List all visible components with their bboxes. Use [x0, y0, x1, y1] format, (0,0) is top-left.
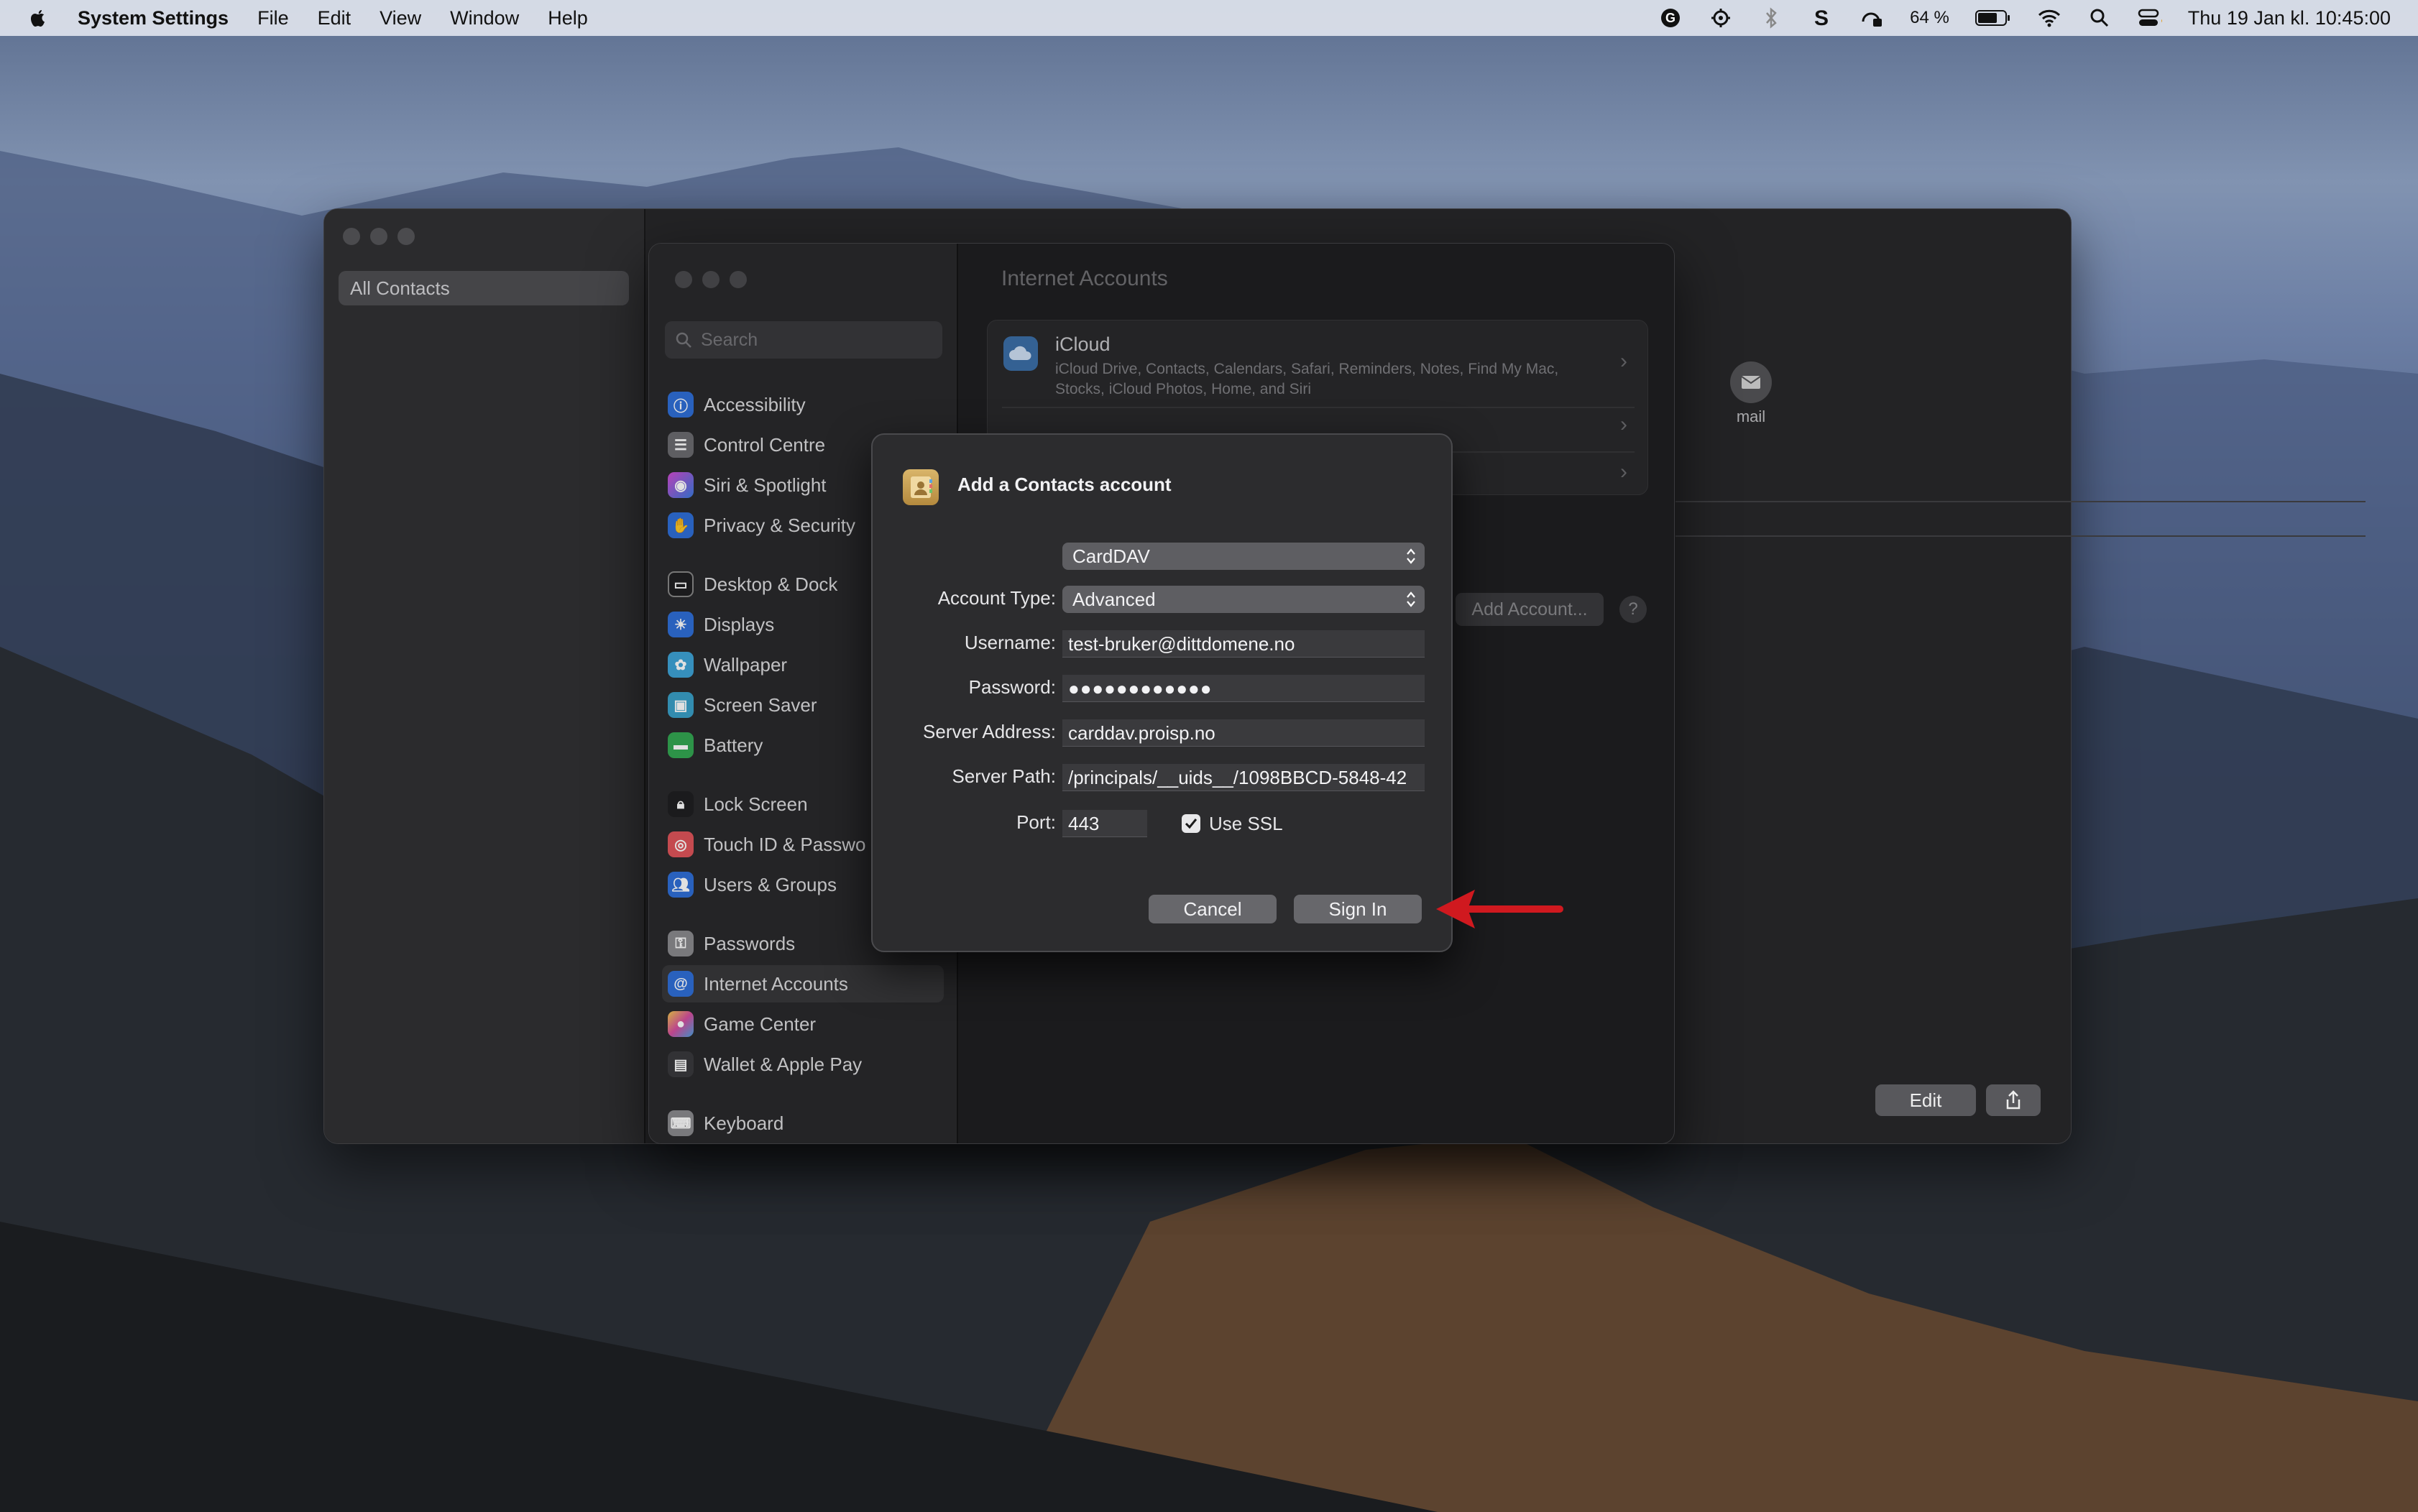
scrivener-s-icon[interactable]: S [1809, 6, 1834, 30]
port-field[interactable]: 443 [1062, 810, 1147, 837]
account-type-popup[interactable]: Advanced [1062, 586, 1425, 613]
dialog-title: Add a Contacts account [957, 474, 1172, 495]
use-ssl-checkbox[interactable] [1182, 814, 1200, 833]
contacts-sidebar: All Contacts [324, 209, 645, 1143]
menu-file[interactable]: File [257, 7, 289, 29]
menu-bar: System Settings File Edit View Window He… [0, 0, 2418, 36]
edit-button[interactable]: Edit [1875, 1084, 1976, 1116]
annotation-arrow-icon [1436, 890, 1563, 928]
account-type-value: Advanced [1072, 588, 1156, 610]
avatar-label: mail [1736, 407, 1766, 425]
bluetooth-icon[interactable] [1759, 6, 1783, 30]
server-address-field[interactable]: carddav.proisp.no [1062, 719, 1425, 747]
sign-in-button[interactable]: Sign In [1294, 895, 1422, 923]
port-label: Port: [1016, 811, 1056, 833]
svg-text:G: G [1665, 11, 1675, 25]
checkmark-icon [1185, 819, 1197, 829]
server-path-label: Server Path: [952, 765, 1056, 787]
menu-window[interactable]: Window [450, 7, 519, 29]
use-ssl-label: Use SSL [1209, 813, 1283, 834]
svg-text:S: S [1814, 7, 1829, 29]
spotlight-search-icon[interactable] [2087, 6, 2112, 30]
share-icon [2006, 1090, 2021, 1110]
vpn-lock-icon[interactable] [1860, 6, 1884, 30]
mail-avatar[interactable] [1730, 361, 1772, 403]
protocol-value: CardDAV [1072, 545, 1150, 567]
menu-bar-status-area: G S 64 % Thu 19 Jan kl. 10:45:00 [1658, 0, 2391, 36]
menu-bar-clock[interactable]: Thu 19 Jan kl. 10:45:00 [2188, 7, 2391, 29]
app-menu-name[interactable]: System Settings [78, 7, 229, 29]
contacts-app-icon [903, 469, 939, 505]
menu-help[interactable]: Help [548, 7, 588, 29]
control-centre-icon[interactable] [2138, 6, 2162, 30]
up-down-chevron-icon [1403, 545, 1419, 567]
server-address-label: Server Address: [923, 721, 1056, 742]
gear-badge-icon[interactable] [1709, 6, 1733, 30]
zoom-button[interactable] [397, 228, 415, 245]
divider [1675, 501, 2366, 502]
username-field[interactable]: test-bruker@dittdomene.no [1062, 630, 1425, 658]
close-button[interactable] [343, 228, 360, 245]
username-label: Username: [964, 632, 1056, 653]
grammarly-icon[interactable]: G [1658, 6, 1683, 30]
password-label: Password: [968, 676, 1056, 698]
battery-icon[interactable] [1975, 6, 2011, 30]
account-type-label: Account Type: [937, 587, 1056, 609]
up-down-chevron-icon [1403, 589, 1419, 610]
sidebar-item-all-contacts[interactable]: All Contacts [339, 271, 629, 305]
protocol-popup[interactable]: CardDAV [1062, 543, 1425, 570]
apple-menu-icon[interactable] [27, 6, 49, 30]
minimize-button[interactable] [370, 228, 387, 245]
password-field[interactable]: ●●●●●●●●●●●● [1062, 675, 1425, 702]
battery-percentage: 64 % [1910, 8, 1949, 27]
share-button[interactable] [1986, 1084, 2041, 1116]
envelope-icon [1741, 376, 1761, 389]
cancel-button[interactable]: Cancel [1149, 895, 1277, 923]
divider [1675, 535, 2366, 537]
menu-edit[interactable]: Edit [318, 7, 351, 29]
wifi-icon[interactable] [2037, 6, 2061, 30]
add-contacts-account-dialog: Add a Contacts account CardDAV Account T… [871, 433, 1453, 952]
server-path-field[interactable]: /principals/__uids__/1098BBCD-5848-42 [1062, 764, 1425, 791]
menu-view[interactable]: View [380, 7, 421, 29]
